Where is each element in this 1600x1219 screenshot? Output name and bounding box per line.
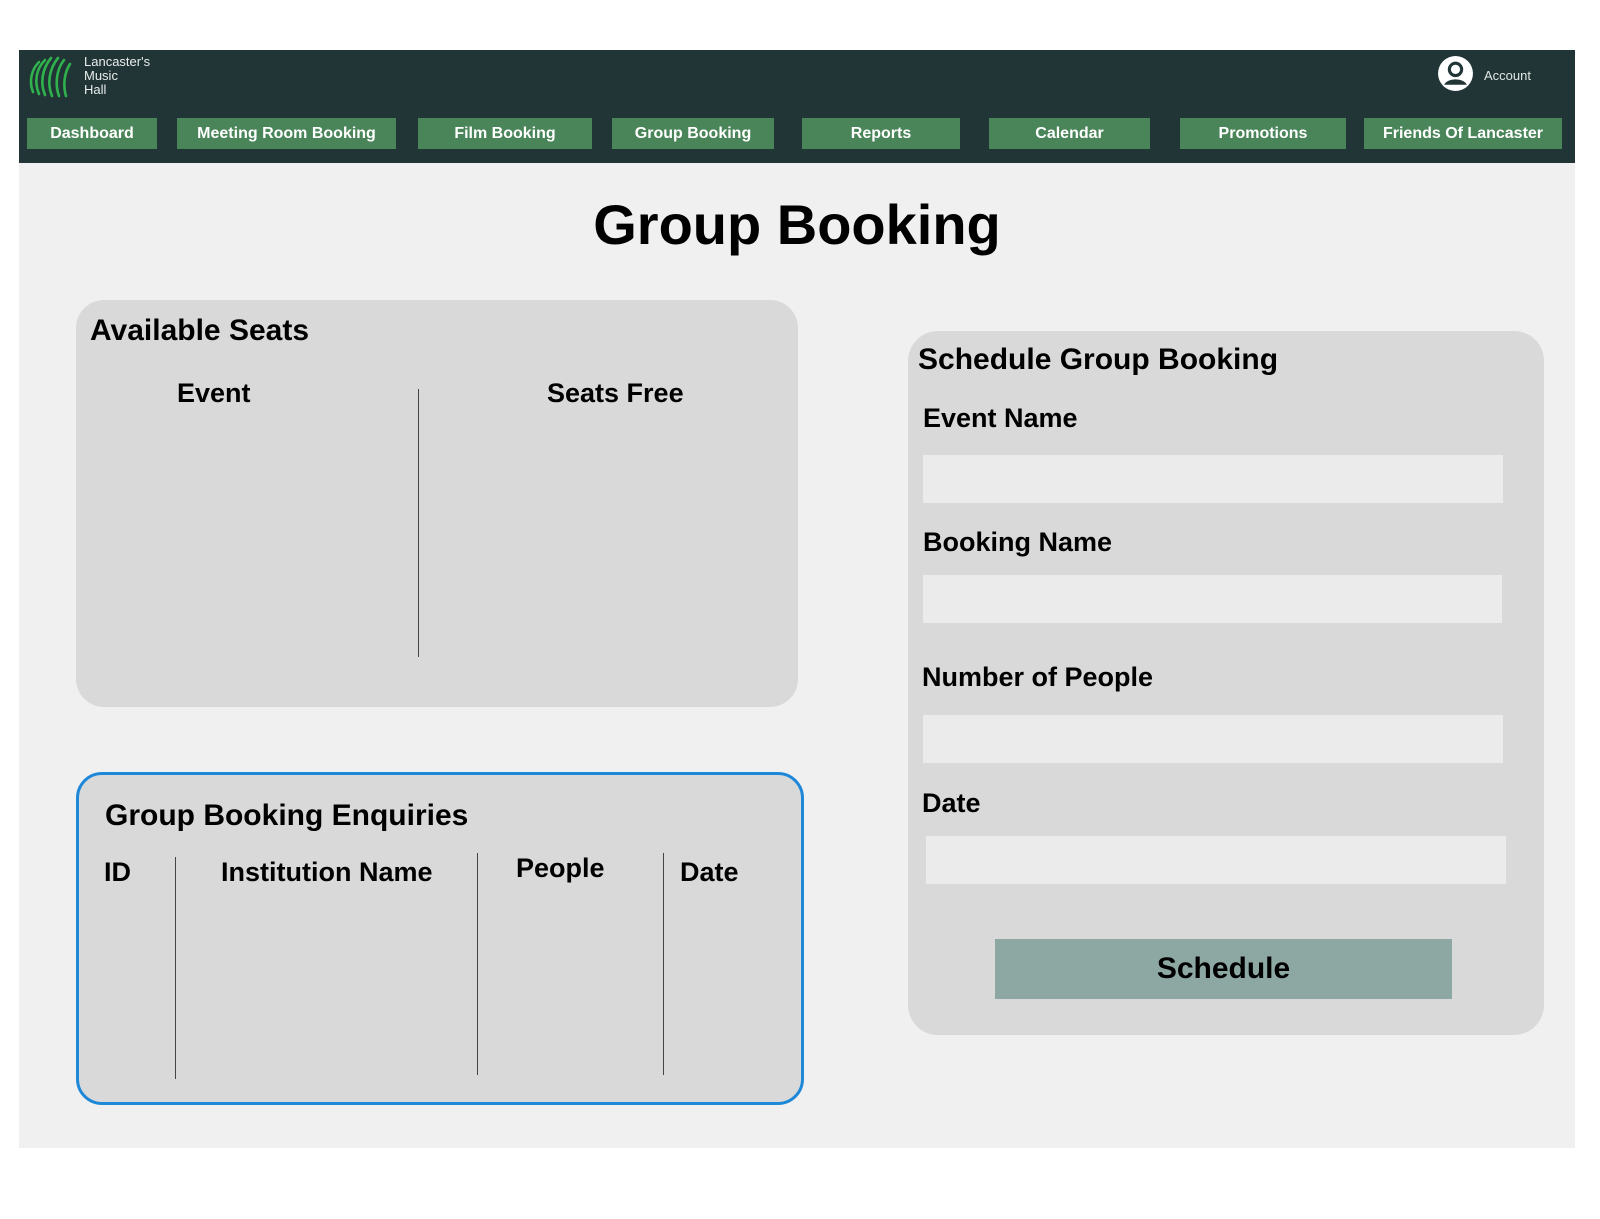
- nav-friends-of-lancaster[interactable]: Friends Of Lancaster: [1364, 118, 1562, 149]
- user-avatar-icon: [1438, 56, 1473, 91]
- event-name-label: Event Name: [923, 403, 1078, 433]
- number-of-people-label: Number of People: [922, 662, 1154, 692]
- logo-text: Lancaster's Music Hall: [84, 55, 174, 97]
- column-header-institution-name[interactable]: Institution Name: [221, 857, 433, 888]
- booking-name-input[interactable]: [923, 575, 1502, 623]
- column-divider: [477, 853, 478, 1075]
- available-seats-panel: Available Seats Event Seats Free: [76, 300, 798, 707]
- logo[interactable]: Lancaster's Music Hall: [27, 52, 177, 98]
- nav-group-booking[interactable]: Group Booking: [612, 118, 774, 149]
- enquiries-title: Group Booking Enquiries: [105, 799, 469, 832]
- column-header-id[interactable]: ID: [104, 857, 131, 888]
- music-hall-logo-icon: [29, 56, 72, 98]
- nav-dashboard[interactable]: Dashboard: [27, 118, 157, 149]
- column-header-seats-free[interactable]: Seats Free: [547, 378, 684, 409]
- nav-meeting-room-booking[interactable]: Meeting Room Booking: [177, 118, 396, 149]
- column-header-event[interactable]: Event: [177, 378, 251, 409]
- column-divider: [175, 857, 176, 1079]
- column-divider: [663, 853, 664, 1075]
- nav-promotions[interactable]: Promotions: [1180, 118, 1346, 149]
- logo-line: Music: [84, 68, 118, 83]
- page-title: Group Booking: [593, 193, 1001, 256]
- group-booking-enquiries-panel[interactable]: Group Booking Enquiries ID Institution N…: [76, 772, 804, 1105]
- app-window: Lancaster's Music Hall Account Dashboard…: [19, 50, 1575, 1148]
- schedule-button[interactable]: Schedule: [995, 939, 1452, 999]
- account-menu[interactable]: Account: [1437, 54, 1547, 94]
- available-seats-title: Available Seats: [90, 314, 310, 347]
- schedule-form-title: Schedule Group Booking: [918, 343, 1279, 376]
- date-label: Date: [922, 788, 981, 818]
- column-header-people[interactable]: People: [516, 853, 605, 884]
- logo-line: Hall: [84, 82, 107, 97]
- number-of-people-input[interactable]: [923, 715, 1503, 763]
- account-label: Account: [1484, 68, 1531, 83]
- booking-name-label: Booking Name: [923, 527, 1113, 557]
- date-input[interactable]: [926, 836, 1506, 884]
- nav-film-booking[interactable]: Film Booking: [418, 118, 592, 149]
- column-header-date[interactable]: Date: [680, 857, 739, 888]
- logo-line: Lancaster's: [84, 54, 151, 69]
- column-divider: [418, 389, 419, 657]
- top-navigation-bar: Lancaster's Music Hall Account Dashboard…: [19, 50, 1575, 163]
- schedule-group-booking-panel: Schedule Group Booking Event Name Bookin…: [908, 331, 1544, 1035]
- nav-reports[interactable]: Reports: [802, 118, 960, 149]
- nav-calendar[interactable]: Calendar: [989, 118, 1150, 149]
- event-name-input[interactable]: [923, 455, 1503, 503]
